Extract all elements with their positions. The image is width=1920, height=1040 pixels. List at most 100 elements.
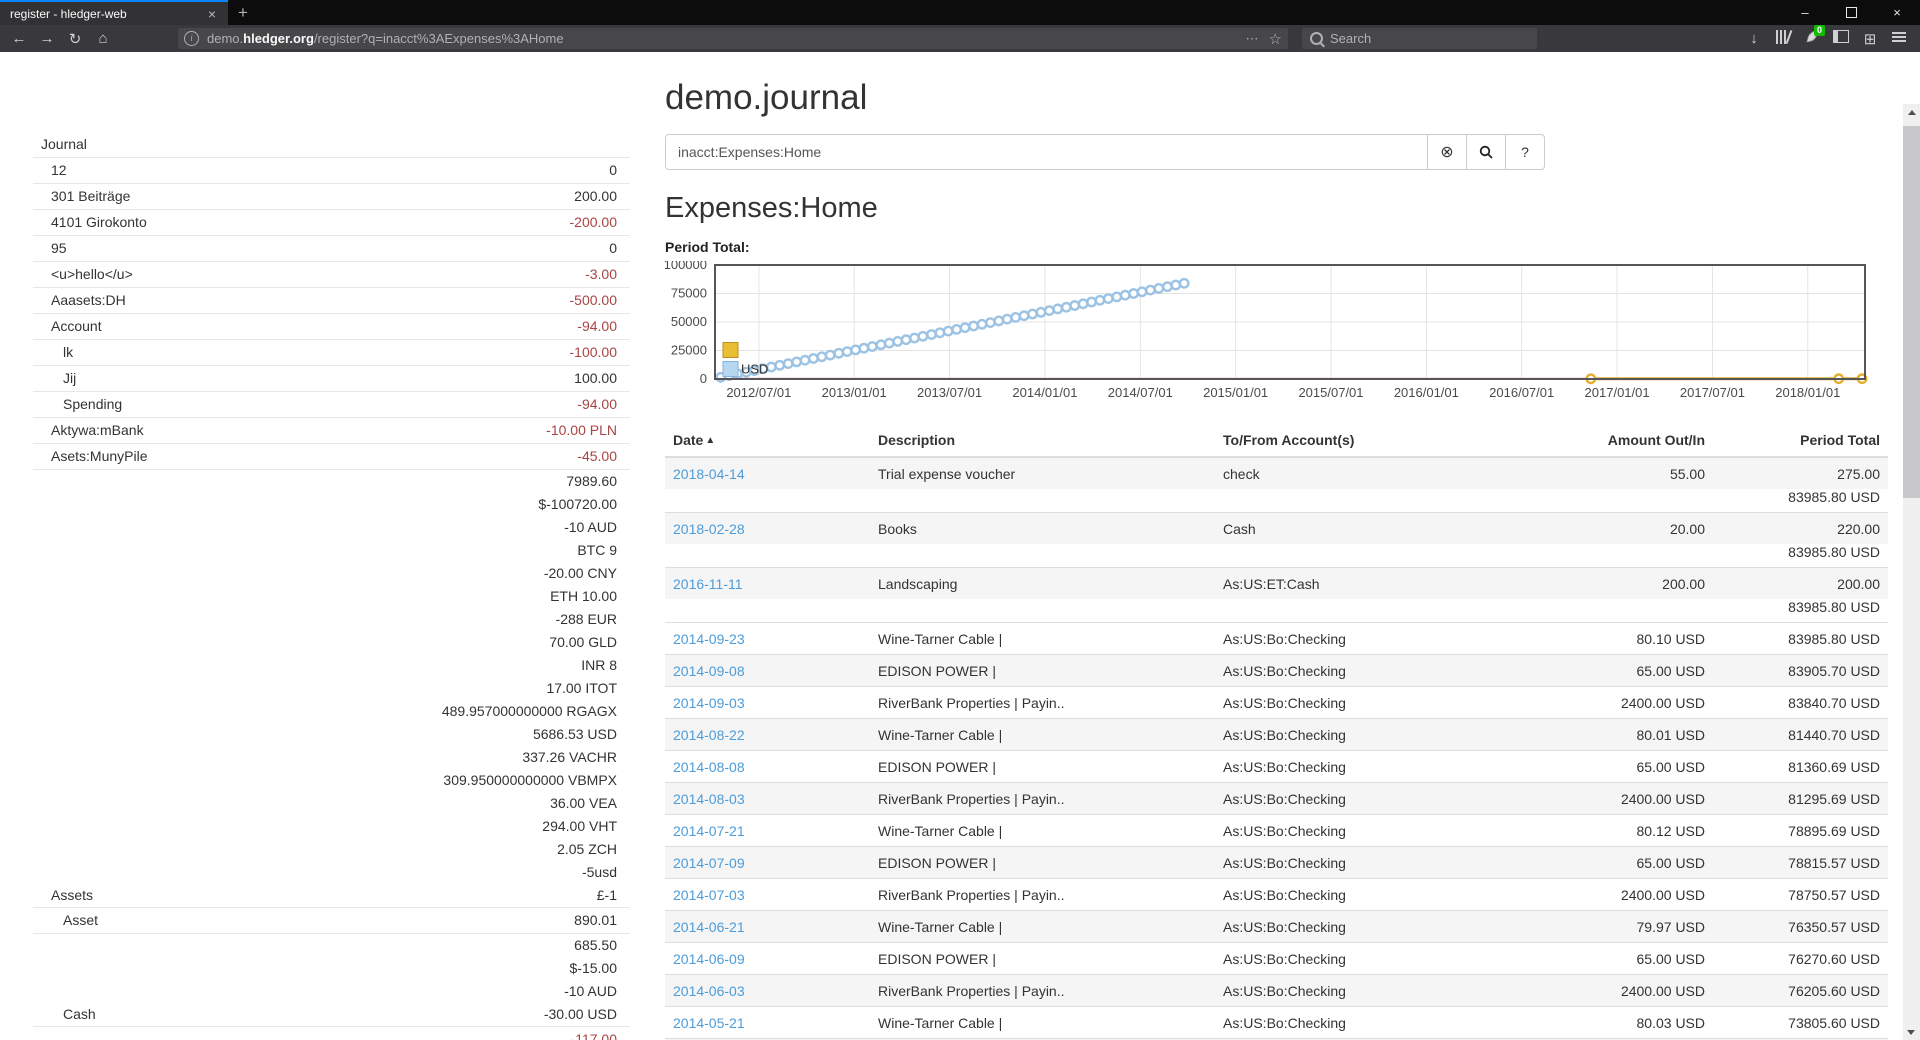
scroll-up-button[interactable] — [1903, 104, 1920, 121]
sidebar-account-link[interactable]: 12 — [33, 158, 67, 183]
col-header-description[interactable]: Description — [870, 424, 1215, 457]
sidebar-account-link[interactable]: Assets — [33, 884, 93, 907]
page-actions-icon[interactable]: ⋯ — [1246, 31, 1259, 47]
transaction-date-link[interactable]: 2014-09-08 — [673, 663, 745, 679]
sidebar-account-link[interactable]: lk — [33, 340, 73, 365]
home-icon[interactable]: ⌂ — [90, 30, 116, 47]
data-point — [809, 354, 817, 362]
restore-icon — [1846, 7, 1857, 18]
transaction-date-link[interactable]: 2014-09-03 — [673, 695, 745, 711]
extension-badge: 0 — [1814, 25, 1825, 36]
sidebar-account-link[interactable]: Cash — [33, 1003, 96, 1026]
date-cell: 2014-07-21 — [665, 815, 870, 847]
register-row: 2014-09-03RiverBank Properties | Payin..… — [665, 687, 1888, 719]
clear-query-button[interactable]: ⊗ — [1428, 134, 1467, 170]
extension-icon[interactable]: 0 — [1801, 29, 1823, 48]
transaction-date-link[interactable]: 2018-04-14 — [673, 466, 745, 482]
transaction-date-link[interactable]: 2014-05-21 — [673, 1015, 745, 1031]
browser-tab[interactable]: register - hledger-web × — [0, 0, 228, 25]
restore-button[interactable] — [1828, 0, 1874, 25]
account-cell: As:US:Bo:Checking — [1215, 751, 1545, 783]
period-total-cell: 76270.60 USD — [1713, 943, 1888, 975]
col-header-date[interactable]: Date▲ — [665, 424, 870, 457]
download-icon[interactable]: ↓ — [1743, 30, 1765, 47]
account-cell: As:US:Bo:Checking — [1215, 783, 1545, 815]
sidebar-account-link[interactable]: Asset — [33, 908, 98, 933]
data-point — [1180, 279, 1188, 287]
tab-close-icon[interactable]: × — [204, 6, 220, 22]
account-balance: -10.00 PLN — [546, 418, 630, 443]
sidebar-account-link[interactable]: Asets:MunyPile — [33, 444, 147, 469]
period-total-chart[interactable]: 02500050000750001000002012/07/012013/01/… — [665, 261, 1888, 409]
search-button[interactable] — [1467, 134, 1506, 170]
transaction-date-link[interactable]: 2014-08-08 — [673, 759, 745, 775]
new-tab-button[interactable]: + — [228, 0, 258, 25]
page-scrollbar[interactable] — [1903, 104, 1920, 1040]
sidebar-account-link[interactable]: Jij — [33, 366, 76, 391]
data-point — [1071, 301, 1079, 309]
data-point — [1062, 303, 1070, 311]
minimize-button[interactable]: – — [1782, 0, 1828, 25]
account-cell: As:US:Bo:Checking — [1215, 815, 1545, 847]
date-cell: 2016-11-11 — [665, 568, 870, 600]
window-controls: – × — [1782, 0, 1920, 25]
legend-label: USD — [741, 362, 768, 377]
url-bar[interactable]: i demo.hledger.org/register?q=inacct%3AE… — [178, 28, 1288, 49]
transaction-date-link[interactable]: 2014-07-09 — [673, 855, 745, 871]
register-row: 2014-05-21Wine-Tarner Cable |As:US:Bo:Ch… — [665, 1007, 1888, 1039]
data-point — [792, 358, 800, 366]
data-point — [910, 334, 918, 342]
browser-search-field[interactable]: Search — [1302, 28, 1537, 49]
transaction-date-link[interactable]: 2014-06-03 — [673, 983, 745, 999]
help-button[interactable]: ? — [1506, 134, 1545, 170]
col-header-period-total[interactable]: Period Total — [1713, 424, 1888, 457]
transaction-date-link[interactable]: 2016-11-11 — [673, 576, 743, 592]
back-icon[interactable]: ← — [6, 30, 32, 47]
query-input[interactable] — [665, 134, 1428, 170]
forward-icon[interactable]: → — [34, 30, 60, 47]
sidebar-account-link[interactable]: <u>hello</u> — [33, 262, 133, 287]
data-point — [902, 336, 910, 344]
sidebar-account-link[interactable]: Aaasets:DH — [33, 288, 126, 313]
transaction-date-link[interactable]: 2014-06-09 — [673, 951, 745, 967]
data-point — [1113, 293, 1121, 301]
transaction-date-link[interactable]: 2014-09-23 — [673, 631, 745, 647]
sidebar-account-link[interactable]: Aktywa:mBank — [33, 418, 144, 443]
transaction-date-link[interactable]: 2014-08-22 — [673, 727, 745, 743]
transaction-date-link[interactable]: 2014-06-21 — [673, 919, 745, 935]
transaction-date-link[interactable]: 2018-02-28 — [673, 521, 745, 537]
col-header-account[interactable]: To/From Account(s) — [1215, 424, 1545, 457]
navigation-toolbar: ← → ↻ ⌂ i demo.hledger.org/register?q=in… — [0, 25, 1920, 52]
sidebar-account-link[interactable]: 4101 Girokonto — [33, 210, 147, 235]
bookmark-star-icon[interactable]: ☆ — [1269, 30, 1282, 48]
amount-cell: 2400.00 USD — [1545, 879, 1713, 911]
sidebar-account-row: <u>hello</u>-3.00 — [33, 262, 630, 288]
data-point — [995, 317, 1003, 325]
sidebar-account-link[interactable]: 95 — [33, 236, 67, 261]
browser-window: register - hledger-web × + – × ← → ↻ ⌂ i… — [0, 0, 1920, 1040]
sidebar-account-link[interactable]: Account — [33, 314, 102, 339]
scroll-down-icon[interactable] — [1907, 1030, 1915, 1035]
menu-icon[interactable] — [1888, 30, 1910, 48]
sidebar-account-row: Asset890.01 — [33, 908, 630, 934]
journal-link[interactable]: Journal — [33, 132, 87, 157]
close-button[interactable]: × — [1874, 0, 1920, 25]
site-info-icon[interactable]: i — [184, 31, 199, 46]
description-cell: Wine-Tarner Cable | — [870, 815, 1215, 847]
transaction-date-link[interactable]: 2014-08-03 — [673, 791, 745, 807]
period-total-cell: 78895.69 USD — [1713, 815, 1888, 847]
transaction-date-link[interactable]: 2014-07-21 — [673, 823, 745, 839]
data-point — [936, 329, 944, 337]
col-header-amount[interactable]: Amount Out/In — [1545, 424, 1713, 457]
transaction-date-link[interactable]: 2014-07-03 — [673, 887, 745, 903]
register-row: 2014-07-21 Wine-Tarner Cable |As:US:Bo:Ch… — [665, 815, 1888, 847]
sidebar-account-link[interactable]: Spending — [33, 392, 122, 417]
sidebars-icon[interactable] — [1830, 30, 1852, 47]
grid-add-icon[interactable]: ⊞ — [1859, 30, 1881, 48]
sidebar-account-link[interactable]: 301 Beiträge — [33, 184, 130, 209]
description-cell: EDISON POWER | — [870, 655, 1215, 687]
library-icon[interactable] — [1772, 30, 1794, 48]
register-row: 2014-09-08EDISON POWER |As:US:Bo:Checkin… — [665, 655, 1888, 687]
reload-icon[interactable]: ↻ — [62, 30, 88, 48]
scrollbar-thumb[interactable] — [1903, 126, 1920, 498]
